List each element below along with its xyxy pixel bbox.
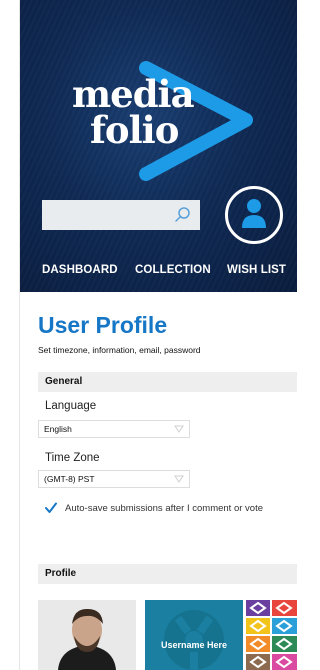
profile-heading: Profile xyxy=(45,568,77,579)
logo-text-folio: folio xyxy=(90,108,179,152)
avatar-swatch-icons[interactable] xyxy=(246,600,297,670)
user-icon xyxy=(242,199,266,228)
username-placeholder: Username Here xyxy=(160,640,228,650)
page-title: User Profile xyxy=(38,312,168,338)
page-subtitle: Set timezone, information, email, passwo… xyxy=(38,345,201,355)
language-value: English xyxy=(44,424,72,434)
autosave-label: Auto-save submissions after I comment or… xyxy=(65,503,263,514)
vinyl-adapter-icon xyxy=(164,610,224,670)
search-input[interactable] xyxy=(42,200,200,230)
portrait-image xyxy=(38,600,136,670)
profile-section-header: Profile xyxy=(38,564,297,584)
timezone-label: Time Zone xyxy=(45,452,100,464)
profile-content: User Profile Set timezone, information, … xyxy=(20,292,297,670)
site-header: media folio DASHBOARD COLLECTION WISH LI… xyxy=(20,0,297,292)
autosave-checkbox-row[interactable]: Auto-save submissions after I comment or… xyxy=(45,502,297,516)
nav-collection[interactable]: COLLECTION xyxy=(135,264,211,276)
chevron-down-icon xyxy=(174,475,184,483)
check-icon[interactable] xyxy=(45,502,57,514)
timezone-select[interactable]: (GMT-8) PST xyxy=(38,470,190,488)
username-card[interactable]: Username Here xyxy=(145,600,243,670)
language-select[interactable]: English xyxy=(38,420,190,438)
profile-photo[interactable] xyxy=(38,600,136,670)
left-edge xyxy=(0,0,20,670)
general-heading: General xyxy=(45,376,83,387)
user-account-button[interactable] xyxy=(225,186,283,244)
nav-wishlist[interactable]: WISH LIST xyxy=(227,264,286,276)
chevron-down-icon xyxy=(174,425,184,433)
mediafolio-logo[interactable]: media folio xyxy=(68,58,258,183)
timezone-value: (GMT-8) PST xyxy=(44,474,95,484)
search-icon[interactable] xyxy=(174,206,192,224)
nav-dashboard[interactable]: DASHBOARD xyxy=(42,264,118,276)
avatar-color-options xyxy=(246,600,297,670)
main-nav: DASHBOARD COLLECTION WISH LIST xyxy=(40,264,297,280)
general-section-header: General xyxy=(38,372,297,392)
language-label: Language xyxy=(45,400,97,412)
